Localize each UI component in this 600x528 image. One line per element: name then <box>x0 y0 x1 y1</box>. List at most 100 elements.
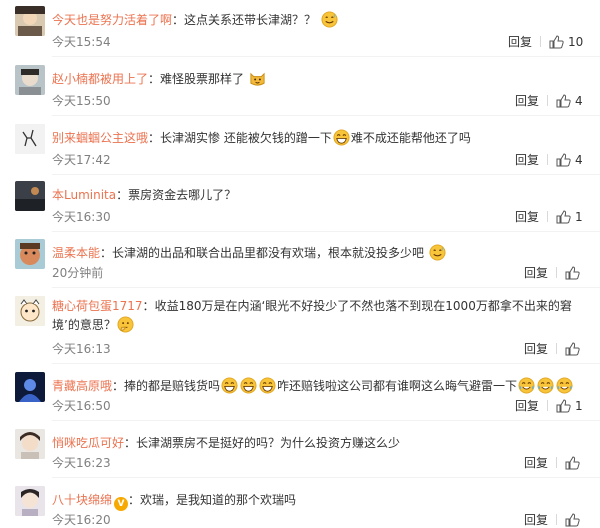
row-divider <box>52 477 600 478</box>
thumbs-up-icon[interactable] <box>565 266 580 280</box>
laugh-emoji <box>240 377 257 394</box>
username-link[interactable]: 温柔本能 <box>52 246 100 260</box>
colon-separator: ： <box>172 13 185 27</box>
comment-text: 长津湖的出品和联合出品里都没有欢瑞，根本就没投多少吧 <box>112 246 425 260</box>
grin-emoji <box>333 129 350 146</box>
reply-button[interactable]: 回复 <box>508 35 532 49</box>
username-link[interactable]: 悄咪吃瓜可好 <box>52 436 124 450</box>
colon-separator: ： <box>124 436 137 450</box>
thumbs-up-icon[interactable] <box>556 210 571 224</box>
row-divider <box>52 420 600 421</box>
reply-button[interactable]: 回复 <box>515 210 539 224</box>
avatar[interactable] <box>15 124 45 154</box>
sweat-smile-emoji <box>321 11 338 28</box>
username-link[interactable]: 别来蝈蝈公主这哦 <box>52 131 148 145</box>
colon-separator: ： <box>116 188 129 202</box>
thumbs-up-icon[interactable] <box>556 399 571 413</box>
row-divider <box>52 115 600 116</box>
sweat-smile-emoji <box>429 244 446 261</box>
like-count: 10 <box>568 35 584 49</box>
cry-laugh-emoji <box>537 377 554 394</box>
username-link[interactable]: 本Luminita <box>52 188 116 202</box>
reply-button[interactable]: 回复 <box>524 266 548 280</box>
avatar[interactable] <box>15 372 45 402</box>
comment-time: 今天16:30 <box>52 210 111 224</box>
reply-button[interactable]: 回复 <box>515 399 539 413</box>
comment-time: 今天16:23 <box>52 456 111 470</box>
colon-separator: ： <box>142 299 155 313</box>
comment-actions: 回复 4 <box>515 152 583 168</box>
colon-separator: ： <box>148 131 161 145</box>
username-link[interactable]: 赵小楠都被用上了 <box>52 72 148 86</box>
like-count: 1 <box>575 210 583 224</box>
row-divider <box>52 231 600 232</box>
username-link[interactable]: 糖心荷包蛋1717 <box>52 299 143 313</box>
divider <box>556 514 558 525</box>
username-link[interactable]: 八十块绵绵 <box>52 493 112 507</box>
divider <box>556 267 558 278</box>
comment-text: 难怪股票那样了 <box>160 72 245 86</box>
comment-time: 今天16:13 <box>52 342 111 356</box>
avatar[interactable] <box>15 181 45 211</box>
comment-actions: 回复 <box>524 455 580 471</box>
row-divider <box>52 174 600 175</box>
think-emoji <box>117 316 134 333</box>
reply-button[interactable]: 回复 <box>524 342 548 356</box>
comment-actions: 回复 4 <box>515 93 583 109</box>
avatar[interactable] <box>15 429 45 459</box>
avatar[interactable] <box>15 65 45 95</box>
like-count: 1 <box>575 399 583 413</box>
thumbs-up-icon[interactable] <box>565 456 580 470</box>
comment-actions: 回复 1 <box>515 209 583 225</box>
like-count: 4 <box>575 94 583 108</box>
comment-actions: 回复 <box>524 341 580 357</box>
colon-separator: ： <box>100 246 113 260</box>
divider <box>540 36 542 47</box>
comment-text: 长津湖票房不是挺好的吗？为什么投资方赚这么少 <box>136 436 401 450</box>
thumbs-up-icon[interactable] <box>565 342 580 356</box>
username-link[interactable]: 今天也是努力活着了啊 <box>52 13 172 27</box>
divider <box>547 95 549 106</box>
cry-laugh-emoji <box>556 377 573 394</box>
avatar[interactable] <box>15 6 45 36</box>
row-divider <box>52 363 600 364</box>
comment-actions: 回复 1 <box>515 398 583 414</box>
comment-time: 今天17:42 <box>52 153 111 167</box>
divider <box>547 154 549 165</box>
verified-badge-icon: V <box>114 497 129 511</box>
comment-list: 今天也是努力活着了啊：这点关系还带长津湖？？ 今天15:54 回复 10 赵小楠都… <box>0 0 600 528</box>
thumbs-up-icon[interactable] <box>549 35 564 49</box>
colon-separator: ： <box>128 493 141 507</box>
comment-text: 长津湖实惨 还能被欠钱的蹭一下 <box>160 131 332 145</box>
divider <box>556 457 558 468</box>
reply-button[interactable]: 回复 <box>515 153 539 167</box>
avatar[interactable] <box>15 239 45 269</box>
comment-actions: 回复 10 <box>508 34 583 50</box>
comment-actions: 回复 <box>524 265 580 281</box>
thumbs-up-icon[interactable] <box>556 94 571 108</box>
comment-text: 这点关系还带长津湖？？ <box>184 13 317 27</box>
avatar[interactable] <box>15 296 45 326</box>
comment-text: 捧的都是赔钱货吗 <box>124 379 221 393</box>
reply-button[interactable]: 回复 <box>515 94 539 108</box>
comment-text-continued: 难不成还能帮他还了吗 <box>350 131 471 145</box>
comment-actions: 回复 <box>524 512 580 528</box>
row-divider <box>52 56 600 57</box>
comment-time: 20分钟前 <box>52 266 104 280</box>
comment-time: 今天15:54 <box>52 35 111 49</box>
laugh-emoji <box>221 377 238 394</box>
comment-time: 今天15:50 <box>52 94 111 108</box>
username-link[interactable]: 青藏高原哦 <box>52 379 112 393</box>
comment-text: 票房资金去哪儿了？ <box>128 188 237 202</box>
divider <box>547 211 549 222</box>
row-divider <box>52 287 600 288</box>
reply-button[interactable]: 回复 <box>524 456 548 470</box>
avatar[interactable] <box>15 486 45 516</box>
comment-time: 今天16:50 <box>52 399 111 413</box>
comment-text-continued: 咋还赔钱啦这公司都有谁啊这么晦气避雷一下 <box>277 379 518 393</box>
thumbs-up-icon[interactable] <box>556 153 571 167</box>
cry-laugh-emoji <box>518 377 535 394</box>
comment-text: 欢瑞，是我知道的那个欢瑞吗 <box>140 493 297 507</box>
divider <box>556 343 558 354</box>
laugh-emoji <box>259 377 276 394</box>
